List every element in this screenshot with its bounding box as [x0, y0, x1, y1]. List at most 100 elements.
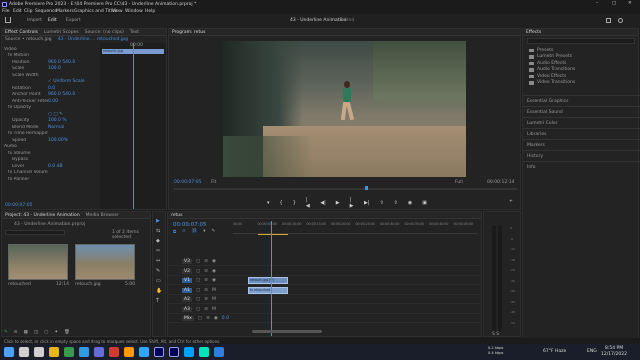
start-icon[interactable] — [4, 347, 14, 357]
notifications-icon[interactable] — [618, 18, 623, 23]
sync-icon[interactable]: ≡ — [206, 316, 210, 321]
lock-icon[interactable]: ✎ — [4, 330, 8, 336]
nest-icon[interactable]: ⧉ — [173, 229, 176, 235]
track-label[interactable]: V3 — [182, 259, 192, 264]
track-row[interactable]: V3 ▢ ≡ ◉ — [168, 257, 480, 266]
lock-icon[interactable]: ▢ — [196, 259, 200, 264]
menu-window[interactable]: Window — [125, 9, 143, 14]
effects-subpanel-header[interactable]: Libraries — [523, 128, 640, 139]
project-item[interactable]: retouched 12:14 — [8, 244, 69, 288]
timeline-timecode[interactable]: 00:00:07:05 — [173, 222, 207, 228]
menu-view[interactable]: View — [112, 9, 123, 14]
property-value[interactable]: 0.0 — [48, 86, 55, 91]
menu-markers[interactable]: Markers — [56, 9, 74, 14]
step-forward-icon[interactable]: |▶ — [350, 197, 354, 209]
snap-icon[interactable]: ∩ — [182, 229, 185, 235]
media-encoder-icon[interactable] — [184, 347, 194, 357]
track-label[interactable]: A1 — [182, 287, 192, 293]
add-marker-icon[interactable]: ▾ — [267, 200, 270, 206]
tab-text[interactable]: Text — [130, 30, 139, 35]
play-icon[interactable]: ▶ — [336, 200, 340, 206]
go-to-out-icon[interactable]: ▶| — [364, 200, 370, 206]
tab-source[interactable]: Source: (no clips) — [85, 30, 124, 35]
lock-icon[interactable]: ▢ — [196, 288, 200, 293]
work-area-bar[interactable] — [258, 234, 288, 235]
freeform-view-icon[interactable]: ◫ — [34, 330, 38, 336]
menu-help[interactable]: Help — [145, 9, 155, 14]
mail-icon[interactable] — [214, 347, 224, 357]
track-row[interactable]: Mix ▢ ≡ ◉ 0.0 — [168, 314, 480, 323]
marker-icon[interactable]: ▾ — [203, 229, 205, 235]
effects-subpanel-header[interactable]: History — [523, 150, 640, 161]
tab-import[interactable]: Import — [27, 18, 42, 23]
menu-clip[interactable]: Clip — [24, 9, 33, 14]
linked-icon[interactable]: ⛓ — [192, 229, 198, 235]
close-button[interactable]: ✕ — [628, 1, 632, 6]
tool-button[interactable]: ✋ — [156, 288, 162, 294]
track-row[interactable]: A3 ▢ ≡ M — [168, 305, 480, 314]
tab-edit[interactable]: Edit — [48, 18, 57, 23]
clock-date[interactable]: 12/17/2022 — [601, 352, 627, 357]
tab-effect-controls[interactable]: Effect Controls — [5, 30, 38, 35]
mix-value[interactable]: 0.0 — [222, 316, 229, 321]
program-playhead[interactable] — [365, 186, 368, 190]
eye-icon[interactable]: ◉ — [212, 259, 216, 264]
quality-select[interactable]: Full — [455, 180, 463, 185]
search-icon[interactable] — [19, 347, 29, 357]
property-value[interactable]: ✓ Uniform Scale — [48, 79, 85, 84]
tool-button[interactable]: ✎ — [156, 268, 160, 274]
track-label[interactable]: V1 — [182, 278, 192, 283]
lock-icon[interactable]: ▢ — [196, 278, 200, 283]
menu-file[interactable]: File — [2, 9, 10, 14]
eye-icon[interactable]: ◉ — [212, 269, 216, 274]
edge-icon[interactable] — [79, 347, 89, 357]
property-value[interactable]: 0.0 dB — [48, 164, 63, 169]
lock-icon[interactable]: ▢ — [198, 316, 202, 321]
fullscreen-icon[interactable] — [606, 18, 611, 23]
timeline-scrollbar[interactable] — [252, 330, 322, 333]
mute-icon[interactable]: M — [212, 297, 216, 302]
program-tab[interactable]: Program: retus — [172, 30, 205, 35]
effects-folder[interactable]: Video Transitions — [529, 80, 629, 87]
property-value[interactable]: 100.0 — [48, 66, 61, 71]
aftereffects-icon[interactable] — [169, 347, 179, 357]
sync-icon[interactable]: ≡ — [204, 297, 208, 302]
ec-timecode[interactable]: 00:00:07:05 — [5, 203, 32, 208]
mute-icon[interactable]: M — [212, 307, 216, 312]
premiere-icon[interactable] — [154, 347, 164, 357]
project-search[interactable] — [5, 230, 65, 235]
tab-lumetri-scopes[interactable]: Lumetri Scopes — [44, 30, 79, 35]
lift-icon[interactable]: ⇧ — [379, 200, 383, 206]
sync-icon[interactable]: ≡ — [204, 307, 208, 312]
sync-icon[interactable]: ≡ — [204, 259, 208, 264]
tool-button[interactable]: ▭ — [156, 278, 161, 284]
tab-export[interactable]: Export — [66, 18, 81, 23]
effects-subpanel-header[interactable]: Markers — [523, 139, 640, 150]
settings-icon[interactable]: ✎ — [212, 229, 216, 235]
timeline-clip[interactable]: fx retouched — [248, 286, 288, 294]
language[interactable]: ENG — [587, 349, 597, 354]
menu-edit[interactable]: Edit — [13, 9, 22, 14]
property-value[interactable]: 960.0 540.0 — [48, 60, 75, 65]
track-label[interactable]: V2 — [182, 268, 192, 274]
effect-property-row[interactable]: fx Panner — [4, 176, 100, 183]
tab-project[interactable]: Project: 43 - Underline Animation — [5, 213, 80, 218]
property-value[interactable]: 0.00 — [48, 99, 58, 104]
icon-view-icon[interactable]: ▦ — [24, 330, 28, 336]
program-timecode[interactable]: 00:00:07:05 — [174, 180, 201, 185]
track-label[interactable]: A3 — [182, 306, 192, 312]
track-row[interactable]: A2 ▢ ≡ M — [168, 295, 480, 304]
taskview-icon[interactable] — [34, 347, 44, 357]
home-icon[interactable] — [5, 17, 11, 23]
tab-sequence[interactable]: retus — [171, 213, 182, 218]
sync-icon[interactable]: ≡ — [204, 288, 208, 293]
photoshop-icon[interactable] — [139, 347, 149, 357]
track-row[interactable]: A1 ▢ ≡ M — [168, 286, 480, 295]
trash-icon[interactable]: 🗑 — [64, 330, 70, 336]
tool-button[interactable]: ⇆ — [156, 228, 160, 234]
effects-search[interactable] — [527, 38, 635, 44]
project-item[interactable]: retouch.jpg 5:00 — [75, 244, 135, 288]
source-label[interactable]: Source • retouch.jpg — [5, 37, 52, 42]
button-editor-icon[interactable]: + — [509, 199, 513, 204]
new-item-icon[interactable]: ✦ — [54, 330, 58, 336]
